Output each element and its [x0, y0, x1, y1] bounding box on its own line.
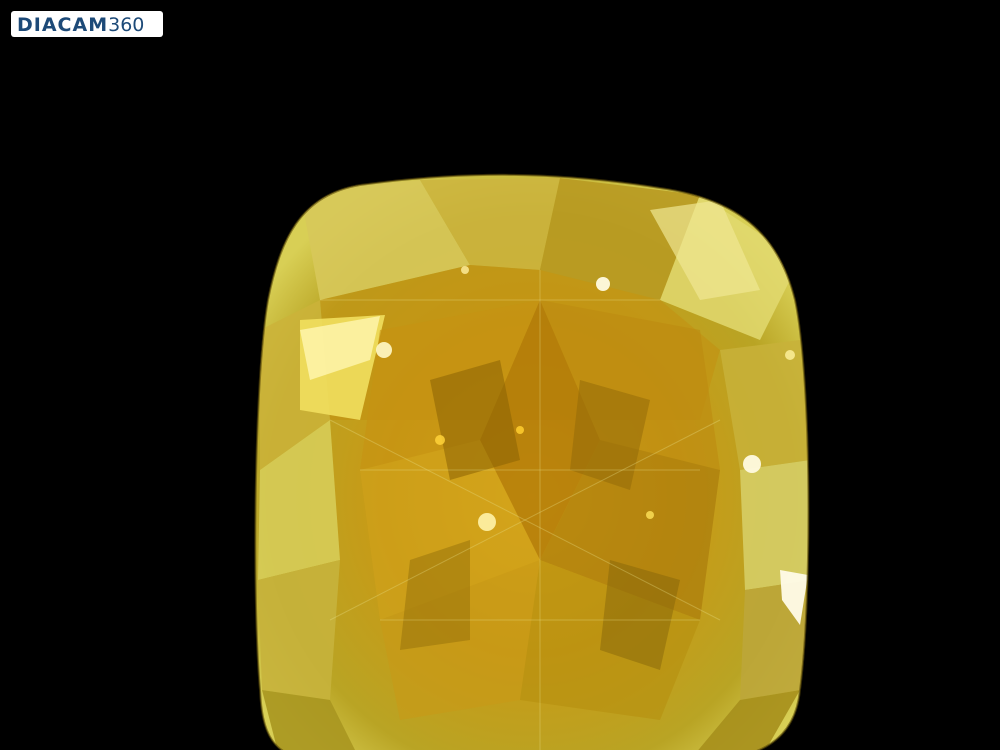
diamond-viewer: DIACAM360 [0, 0, 1000, 750]
logo-brand: DIACAM [17, 14, 109, 36]
diamond-image [0, 0, 1000, 750]
diacam360-logo: DIACAM360 [11, 11, 163, 37]
logo-suffix: 360 [108, 14, 145, 36]
